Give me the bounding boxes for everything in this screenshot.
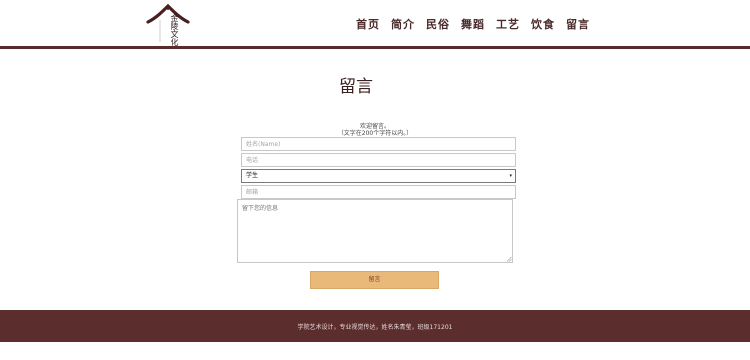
name-input[interactable] <box>241 137 516 151</box>
header-divider <box>0 46 750 49</box>
intro-line-2: （文字在200个字符以内。） <box>337 130 413 137</box>
intro-line-1: 欢迎留言。 <box>359 123 390 130</box>
page: 金陵文化 首页 简介 民俗 舞蹈 工艺 饮食 留言 留言 欢迎留言。 （文字在2… <box>0 0 750 360</box>
main-nav: 首页 简介 民俗 舞蹈 工艺 饮食 留言 <box>356 16 601 32</box>
nav-folk[interactable]: 民俗 <box>426 16 461 32</box>
footer-text: 学院艺术设计，专业视觉传达，姓名朱青莹，班级171201 <box>297 324 453 331</box>
resize-grip-icon[interactable] <box>506 256 512 262</box>
page-title: 留言 <box>339 77 373 97</box>
logo-text: 金陵文化 <box>170 14 179 46</box>
site-header: 金陵文化 首页 简介 民俗 舞蹈 工艺 饮食 留言 <box>0 0 750 46</box>
nav-message[interactable]: 留言 <box>566 16 601 32</box>
phone-input[interactable] <box>241 153 516 167</box>
nav-dance[interactable]: 舞蹈 <box>461 16 496 32</box>
dropdown-arrow-icon: ▾ <box>509 173 512 179</box>
message-textarea[interactable] <box>237 199 513 263</box>
nav-craft[interactable]: 工艺 <box>496 16 531 32</box>
site-footer: 学院艺术设计，专业视觉传达，姓名朱青莹，班级171201 <box>0 310 750 342</box>
nav-food[interactable]: 饮食 <box>531 16 566 32</box>
role-select[interactable]: 学生 ▾ <box>241 169 516 183</box>
nav-home[interactable]: 首页 <box>356 16 391 32</box>
role-select-value: 学生 <box>246 172 259 179</box>
submit-button[interactable]: 留言 <box>310 271 439 289</box>
nav-intro[interactable]: 简介 <box>391 16 426 32</box>
email-input[interactable] <box>241 185 516 199</box>
intro-text: 欢迎留言。 （文字在200个字符以内。） <box>0 123 750 137</box>
